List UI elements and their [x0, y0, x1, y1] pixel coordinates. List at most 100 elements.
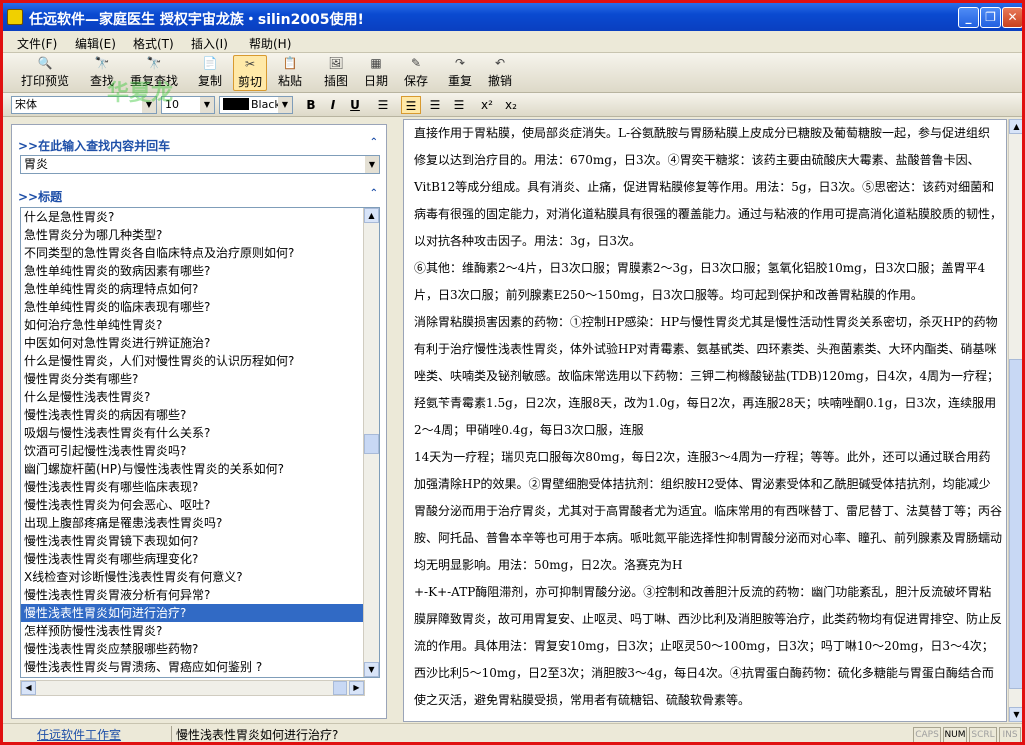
subscript-button[interactable]: x₂: [501, 96, 521, 114]
hscroll-thumb[interactable]: [333, 681, 347, 695]
list-item[interactable]: 什么是慢性胃炎，人们对慢性胃炎的认识历程如何?: [21, 352, 364, 370]
list-item[interactable]: 吸烟与慢性浅表性胃炎有什么关系?: [21, 424, 364, 442]
list-hscrollbar[interactable]: ◀ ▶: [20, 680, 365, 696]
article-pane[interactable]: 直接作用于胃粘膜，使局部炎症消失。L-谷氨酰胺与胃肠粘膜上皮成分已糖胺及葡萄糖胺…: [403, 119, 1007, 722]
list-item[interactable]: 慢性浅表性胃炎应禁服哪些药物?: [21, 640, 364, 658]
scroll-thumb[interactable]: [1009, 359, 1022, 689]
list-item[interactable]: 急性单纯性胃炎的病理特点如何?: [21, 280, 364, 298]
search-value: 胃炎: [24, 157, 49, 171]
menu-format[interactable]: 格式(T): [133, 35, 174, 52]
list-item[interactable]: 慢性浅表性胃炎胃镜下表现如何?: [21, 532, 364, 550]
list-item[interactable]: 慢性浅表性胃炎有哪些临床表现?: [21, 478, 364, 496]
scroll-up-icon[interactable]: ▲: [364, 208, 379, 223]
binoculars-icon: 🔭: [94, 56, 110, 70]
list-item[interactable]: 慢性浅表性胃炎如何进行治疗?: [21, 604, 364, 622]
title-bar[interactable]: 任远软件—家庭医生 授权宇宙龙族・silin2005使用! _ ❐ ✕: [3, 3, 1022, 31]
color-value: Black: [251, 98, 281, 111]
color-select[interactable]: Black ▼: [219, 96, 293, 114]
find-button[interactable]: 🔭 查找: [87, 55, 117, 91]
font-size-value: 10: [165, 98, 179, 111]
bold-button[interactable]: B: [301, 96, 321, 114]
close-button[interactable]: ✕: [1002, 7, 1022, 28]
menu-help[interactable]: 帮助(H): [249, 35, 291, 52]
cut-button[interactable]: ✂ 剪切: [233, 55, 267, 91]
format-bar: 宋体 ▼ 10 ▼ Black ▼ B I U ☰ ☰ ☰ ☰ x² x₂: [3, 93, 1022, 117]
list-item[interactable]: 什么是慢性浅表性胃炎?: [21, 388, 364, 406]
list-item[interactable]: 慢性浅表性胃炎为何会恶心、呕吐?: [21, 496, 364, 514]
maximize-button[interactable]: ❐: [980, 7, 1001, 28]
list-item[interactable]: 急性胃炎分为哪几种类型?: [21, 226, 364, 244]
list-item[interactable]: 不同类型的急性胃炎各自临床特点及治疗原则如何?: [21, 244, 364, 262]
list-item[interactable]: 怎样预防慢性浅表性胃炎?: [21, 622, 364, 640]
search-input[interactable]: 胃炎 ▼: [20, 155, 380, 174]
toolbar-label: 复制: [197, 74, 222, 88]
print-preview-button[interactable]: 🔍 打印预览: [17, 55, 73, 91]
toolbar-label: 重复: [447, 74, 472, 88]
chevron-down-icon[interactable]: ▼: [365, 156, 379, 173]
toolbar-label: 保存: [403, 74, 428, 88]
scroll-down-icon[interactable]: ▼: [364, 662, 379, 677]
toolbar-label: 剪切: [237, 75, 262, 89]
bullet-list-button[interactable]: ☰: [373, 96, 393, 114]
paste-button[interactable]: 📋 粘贴: [275, 55, 305, 91]
redo-button[interactable]: ↷ 重复: [445, 55, 475, 91]
list-item[interactable]: 如何治疗急性单纯性胃炎?: [21, 316, 364, 334]
align-left-icon: ☰: [405, 99, 417, 113]
align-center-icon: ☰: [429, 98, 441, 112]
titles-heading: >>标题 ⌃: [18, 188, 380, 204]
toolbar-label: 重复查找: [129, 74, 178, 88]
align-right-button[interactable]: ☰: [449, 96, 469, 114]
insert-picture-button[interactable]: 🖼 插图: [321, 55, 351, 91]
save-icon: ✎: [410, 56, 422, 70]
italic-button[interactable]: I: [323, 96, 343, 114]
list-item[interactable]: X线检查对诊断慢性浅表性胃炎有何意义?: [21, 568, 364, 586]
article-paragraph: +-K+-ATP酶阻滞剂，亦可抑制胃酸分泌。③控制和改善胆汁反流的药物：幽门功能…: [414, 585, 1003, 707]
list-item[interactable]: 急性单纯性胃炎的致病因素有哪些?: [21, 262, 364, 280]
status-bar: 任远软件工作室 慢性浅表性胃炎如何进行治疗? CAPS NUM SCRL INS: [3, 723, 1022, 742]
list-item[interactable]: 慢性浅表性胃炎有哪些病理变化?: [21, 550, 364, 568]
scroll-left-icon[interactable]: ◀: [21, 681, 36, 695]
menu-file[interactable]: 文件(F): [17, 35, 57, 52]
collapse-icon[interactable]: ⌃: [370, 188, 378, 199]
collapse-icon[interactable]: ⌃: [370, 137, 378, 148]
redo-icon: ↷: [454, 56, 466, 70]
article-scrollbar[interactable]: ▲ ▼: [1008, 119, 1022, 722]
menu-edit[interactable]: 编辑(E): [75, 35, 116, 52]
scroll-down-icon[interactable]: ▼: [1009, 707, 1022, 722]
print-preview-icon: 🔍: [37, 56, 53, 70]
list-item[interactable]: 出现上腹部疼痛是罹患浅表性胃炎吗?: [21, 514, 364, 532]
minimize-button[interactable]: _: [958, 7, 979, 28]
undo-button[interactable]: ↶ 撤销: [485, 55, 515, 91]
list-item[interactable]: 慢性浅表性胃炎与胃溃疡、胃癌应如何鉴别 ?: [21, 658, 364, 676]
chevron-down-icon: ▼: [278, 97, 292, 113]
list-item[interactable]: 急性单纯性胃炎的临床表现有哪些?: [21, 298, 364, 316]
find-again-button[interactable]: 🔭 重复查找: [127, 55, 181, 91]
left-pane: >>在此输入查找内容并回车 ⌃ 胃炎 ▼ >>标题 ⌃ 什么是急性胃炎? 急性胃炎…: [11, 124, 387, 719]
list-item[interactable]: 幽门螺旋杆菌(HP)与慢性浅表性胃炎的关系如何?: [21, 460, 364, 478]
list-item[interactable]: 慢性浅表性胃炎胃液分析有何异常?: [21, 586, 364, 604]
scroll-up-icon[interactable]: ▲: [1009, 119, 1022, 134]
superscript-button[interactable]: x²: [477, 96, 497, 114]
list-item[interactable]: 中医如何对急性胃炎进行辨证施治?: [21, 334, 364, 352]
scroll-thumb[interactable]: [364, 434, 379, 454]
align-center-button[interactable]: ☰: [425, 96, 445, 114]
title-list[interactable]: 什么是急性胃炎? 急性胃炎分为哪几种类型? 不同类型的急性胃炎各自临床特点及治疗原则…: [20, 207, 380, 678]
article-paragraph: 消除胃粘膜损害因素的药物：①控制HP感染：HP与慢性胃炎尤其是慢性活动性胃炎关系…: [414, 315, 1000, 437]
list-item[interactable]: 慢性胃炎分类有哪些?: [21, 370, 364, 388]
app-icon: [7, 9, 23, 25]
company-link[interactable]: 任远软件工作室: [37, 726, 167, 742]
list-item[interactable]: 饮酒可引起慢性浅表性胃炎吗?: [21, 442, 364, 460]
align-left-button[interactable]: ☰: [401, 96, 421, 114]
list-item[interactable]: 什么是急性胃炎?: [21, 208, 364, 226]
underline-button[interactable]: U: [345, 96, 365, 114]
save-button[interactable]: ✎ 保存: [401, 55, 431, 91]
menu-insert[interactable]: 插入(I): [191, 35, 228, 52]
list-item[interactable]: 慢性浅表性胃炎的病因有哪些?: [21, 406, 364, 424]
date-button[interactable]: ▦ 日期: [361, 55, 391, 91]
font-size-select[interactable]: 10 ▼: [161, 96, 215, 114]
copy-button[interactable]: 📄 复制: [195, 55, 225, 91]
font-select[interactable]: 宋体 ▼: [11, 96, 157, 114]
scroll-right-icon[interactable]: ▶: [349, 681, 364, 695]
search-heading: >>在此输入查找内容并回车 ⌃: [18, 137, 380, 153]
list-scrollbar[interactable]: ▲ ▼: [363, 208, 379, 677]
